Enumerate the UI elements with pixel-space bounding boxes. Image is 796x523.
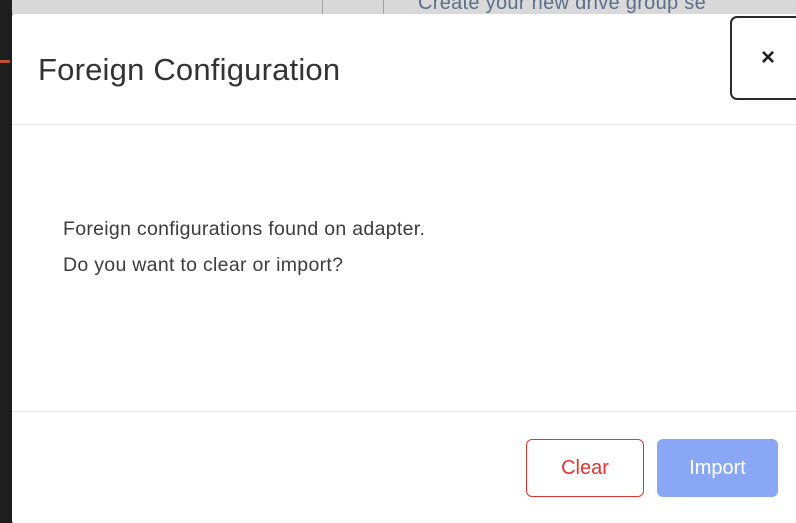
dialog-title: Foreign Configuration xyxy=(38,52,341,87)
background-header-strip: Create your new drive group se xyxy=(0,0,796,14)
dialog-message-line-1: Foreign configurations found on adapter. xyxy=(63,218,426,240)
import-button[interactable]: Import xyxy=(657,439,778,497)
background-divider xyxy=(383,0,384,14)
dialog-body: Foreign configurations found on adapter.… xyxy=(12,125,796,412)
dialog-footer: Clear Import xyxy=(12,412,796,523)
dialog-message-line-2: Do you want to clear or import? xyxy=(63,254,344,276)
background-instruction-text: Create your new drive group se xyxy=(418,0,707,14)
close-button[interactable]: × xyxy=(730,16,796,100)
background-edge-mark xyxy=(0,60,10,63)
background-left-edge xyxy=(0,0,12,523)
dialog-header: Foreign Configuration × xyxy=(12,14,796,125)
clear-button[interactable]: Clear xyxy=(526,439,644,497)
foreign-configuration-dialog: Foreign Configuration × Foreign configur… xyxy=(12,14,796,523)
background-divider xyxy=(322,0,323,14)
close-icon: × xyxy=(760,44,775,71)
